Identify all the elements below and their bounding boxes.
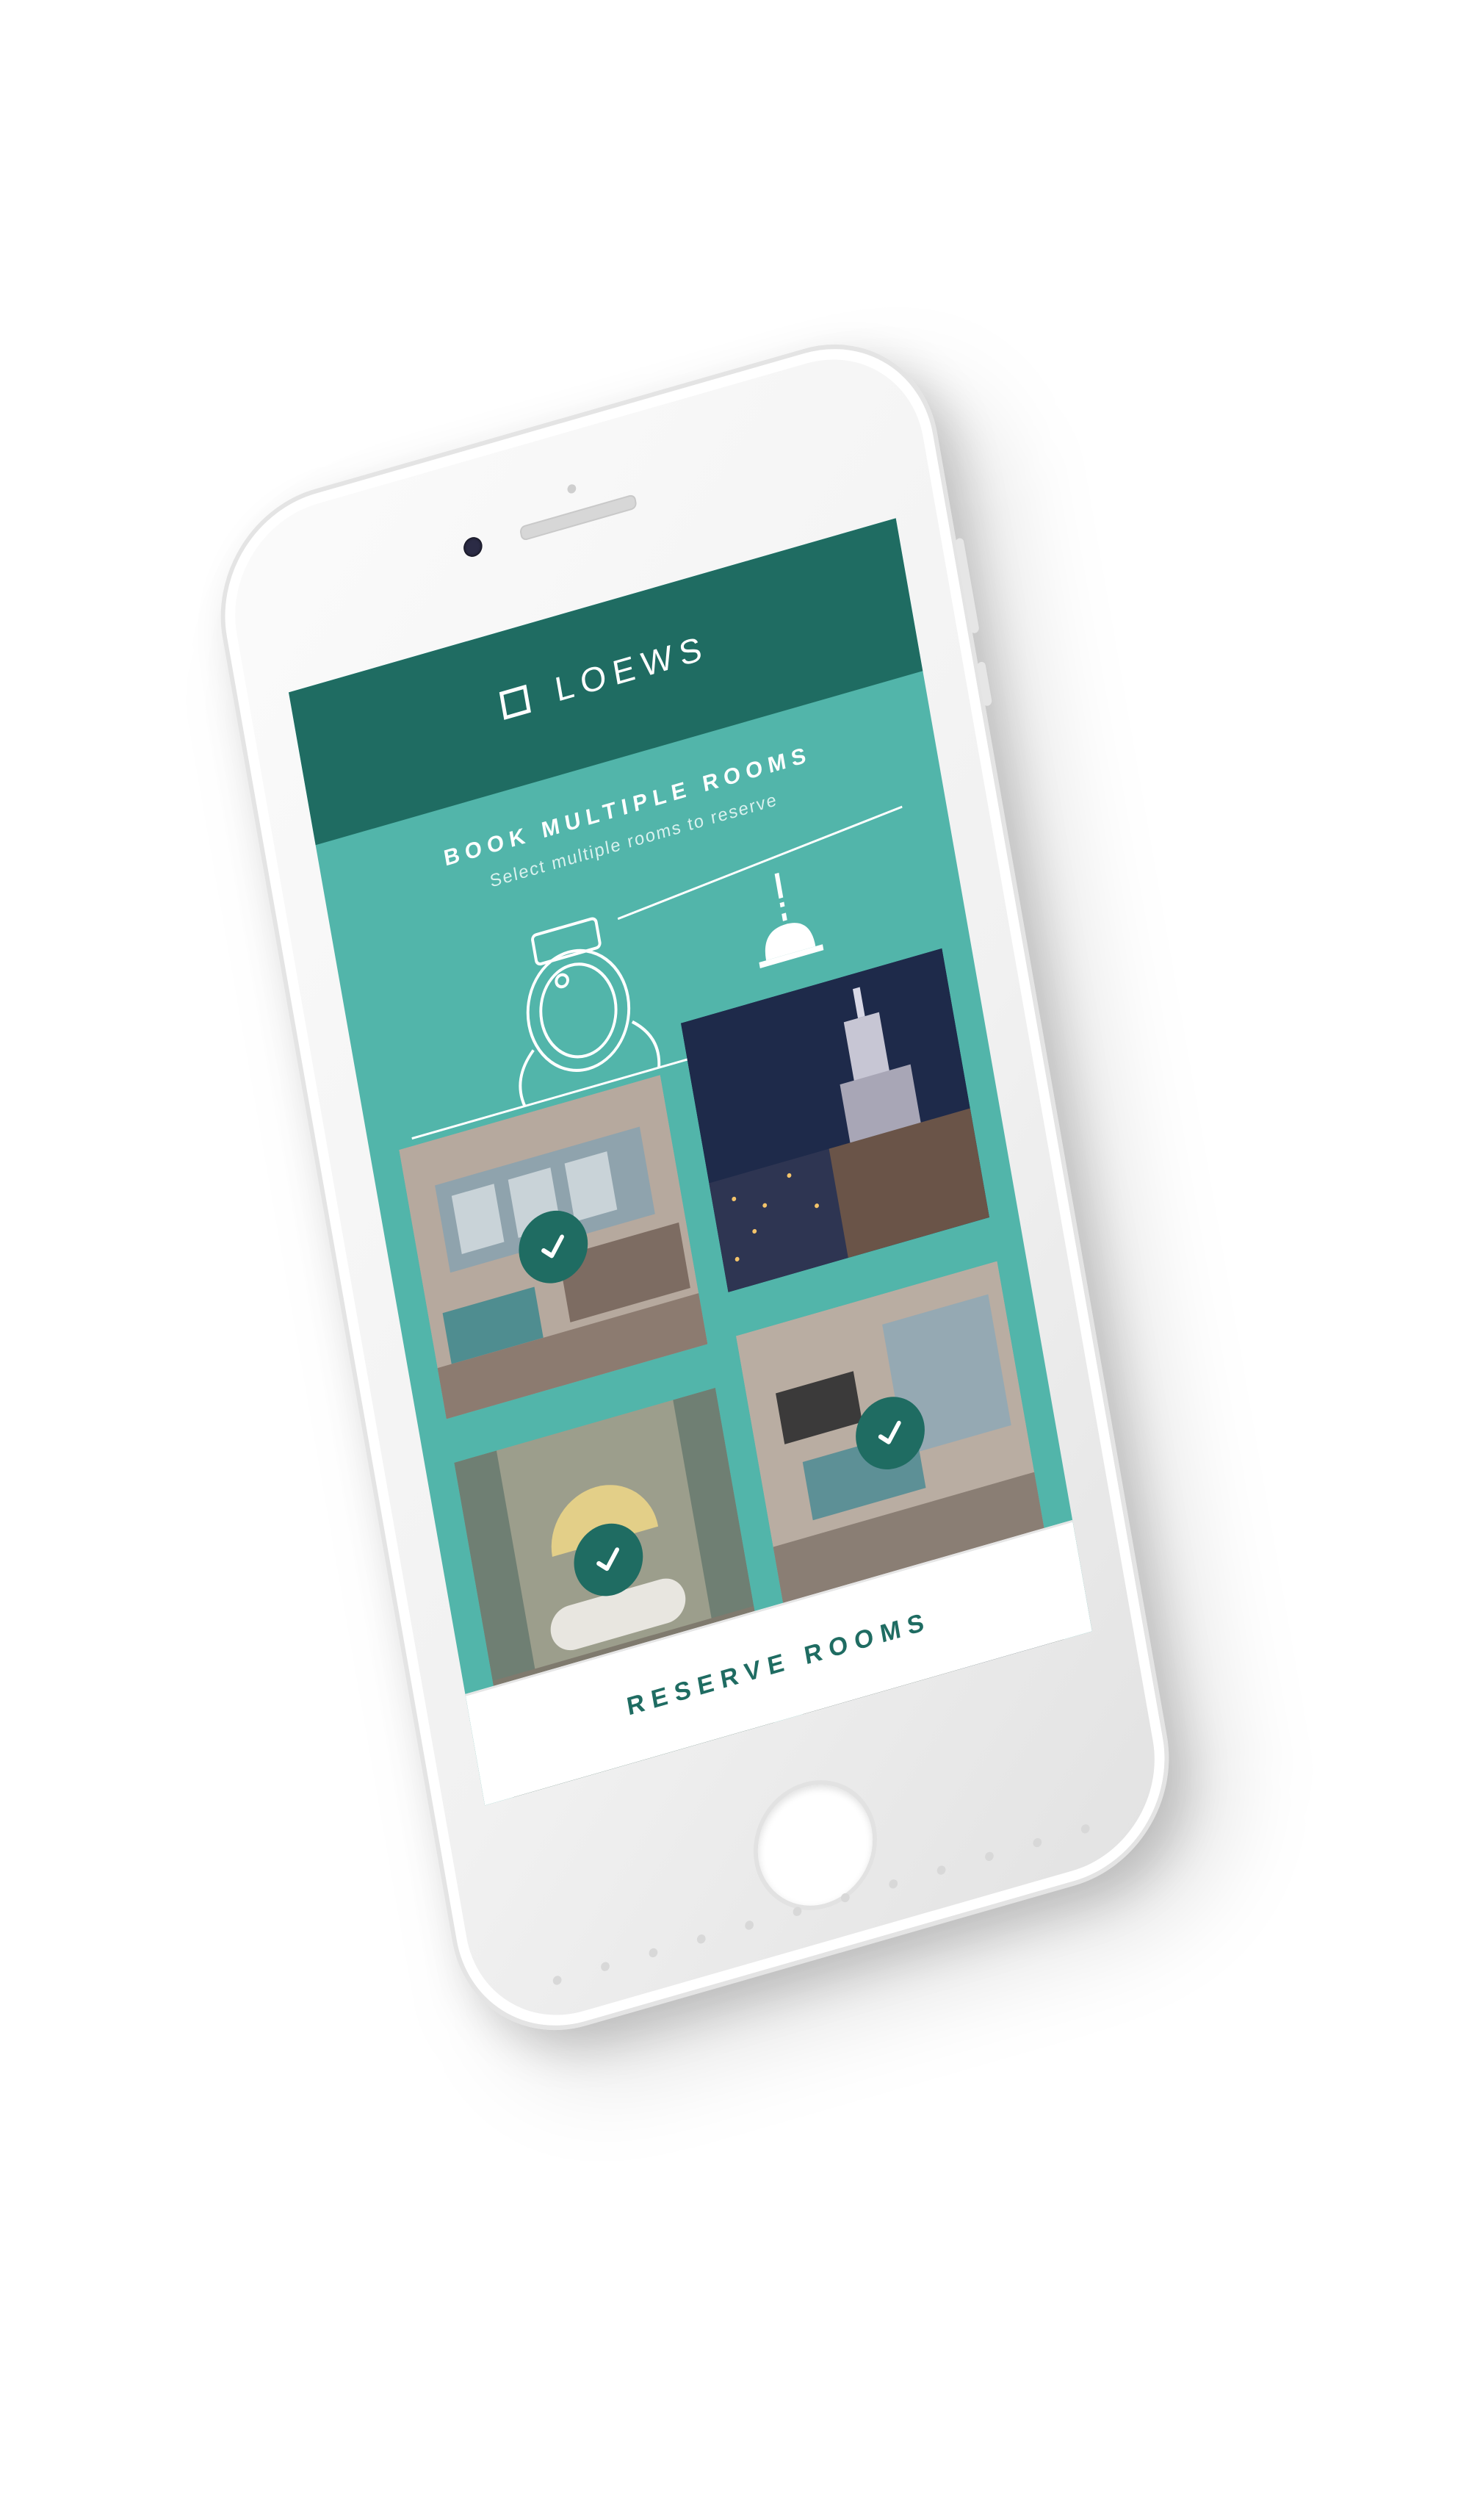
- earpiece-speaker: [519, 493, 638, 541]
- brand-name: LOEWS: [552, 627, 712, 709]
- mockup-stage: LOEWS BOOK MULTIPLE ROOMS Select multipl…: [0, 0, 1469, 2520]
- bellhop-icon: [519, 917, 661, 1107]
- app-screen: LOEWS BOOK MULTIPLE ROOMS Select multipl…: [288, 518, 1092, 1806]
- phone-device: LOEWS BOOK MULTIPLE ROOMS Select multipl…: [202, 316, 1188, 2059]
- proximity-sensor: [566, 483, 577, 494]
- service-bell-icon: [759, 872, 824, 968]
- loews-logo-icon: [499, 684, 531, 721]
- front-camera: [462, 535, 484, 559]
